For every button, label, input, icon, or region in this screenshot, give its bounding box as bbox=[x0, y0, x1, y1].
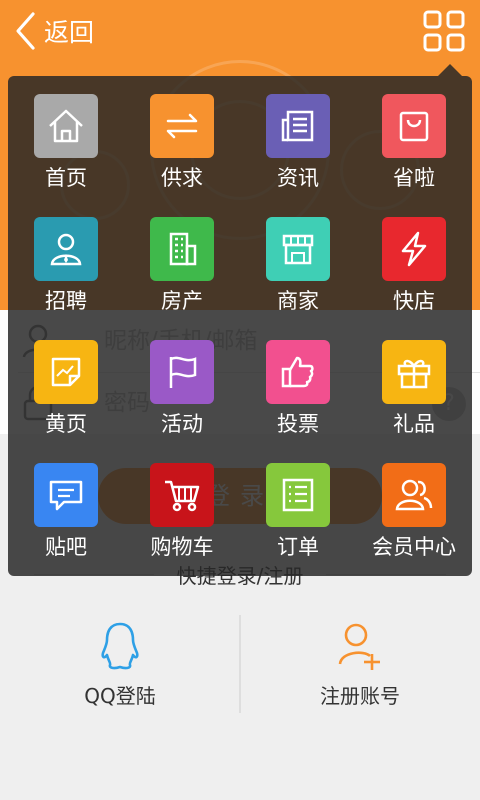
add-user-icon bbox=[338, 623, 380, 670]
menu-item-merchants[interactable]: 商家 bbox=[240, 199, 356, 323]
menu-item-quick-shop[interactable]: 快店 bbox=[356, 199, 472, 323]
menu-item-label: 省啦 bbox=[393, 166, 435, 190]
menu-item-label: 首页 bbox=[45, 166, 87, 190]
qq-login-label: QQ登陆 bbox=[84, 684, 156, 708]
menu-item-news[interactable]: 资讯 bbox=[240, 76, 356, 200]
chat-icon bbox=[34, 463, 98, 527]
menu-item-label: 商家 bbox=[277, 289, 319, 313]
nav-menu-grid: 首页 供求 资讯 省啦 招聘 房产 商家 快店 黄页 活动 投票 礼品 贴吧 购… bbox=[8, 76, 472, 576]
grid-icon bbox=[423, 10, 465, 52]
thumbs-up-icon bbox=[266, 340, 330, 404]
chevron-left-icon bbox=[16, 12, 35, 50]
storefront-icon bbox=[266, 217, 330, 281]
nav-menu-overlay: 首页 供求 资讯 省啦 招聘 房产 商家 快店 黄页 活动 投票 礼品 贴吧 购… bbox=[8, 76, 472, 576]
register-label: 注册账号 bbox=[320, 684, 400, 708]
menu-item-home[interactable]: 首页 bbox=[8, 76, 124, 200]
menu-item-events[interactable]: 活动 bbox=[124, 322, 240, 446]
home-icon bbox=[34, 94, 98, 158]
qq-icon bbox=[101, 622, 139, 670]
menu-item-label: 房产 bbox=[161, 289, 203, 313]
menu-item-cart[interactable]: 购物车 bbox=[124, 445, 240, 569]
menu-item-label: 招聘 bbox=[45, 289, 87, 313]
back-label: 返回 bbox=[44, 18, 95, 47]
menu-item-recruitment[interactable]: 招聘 bbox=[8, 199, 124, 323]
register-button[interactable]: 注册账号 bbox=[240, 612, 480, 722]
menu-item-label: 资讯 bbox=[277, 166, 319, 190]
menu-item-yellow-pages[interactable]: 黄页 bbox=[8, 322, 124, 446]
menu-item-supply-demand[interactable]: 供求 bbox=[124, 76, 240, 200]
menu-item-voting[interactable]: 投票 bbox=[240, 322, 356, 446]
lightning-icon bbox=[382, 217, 446, 281]
menu-item-gifts[interactable]: 礼品 bbox=[356, 322, 472, 446]
menu-item-label: 礼品 bbox=[393, 412, 435, 436]
qq-login-button[interactable]: QQ登陆 bbox=[0, 612, 240, 722]
menu-item-label: 订单 bbox=[277, 535, 319, 559]
person-icon bbox=[34, 217, 98, 281]
news-icon bbox=[266, 94, 330, 158]
chart-note-icon bbox=[34, 340, 98, 404]
order-list-icon bbox=[266, 463, 330, 527]
menu-item-label: 快店 bbox=[393, 289, 435, 313]
flag-icon bbox=[150, 340, 214, 404]
shopping-bag-icon bbox=[382, 94, 446, 158]
menu-item-savings[interactable]: 省啦 bbox=[356, 76, 472, 200]
menu-item-label: 活动 bbox=[161, 412, 203, 436]
menu-item-real-estate[interactable]: 房产 bbox=[124, 199, 240, 323]
top-bar: 返回 bbox=[0, 0, 480, 62]
grid-menu-button[interactable] bbox=[422, 9, 466, 53]
menu-item-label: 投票 bbox=[277, 412, 319, 436]
members-icon bbox=[382, 463, 446, 527]
menu-item-label: 贴吧 bbox=[45, 535, 87, 559]
menu-item-label: 黄页 bbox=[45, 412, 87, 436]
exchange-icon bbox=[150, 94, 214, 158]
back-button[interactable]: 返回 bbox=[14, 8, 94, 54]
menu-item-label: 购物车 bbox=[150, 535, 214, 559]
menu-item-forum[interactable]: 贴吧 bbox=[8, 445, 124, 569]
menu-pointer bbox=[438, 64, 462, 76]
building-icon bbox=[150, 217, 214, 281]
menu-item-label: 会员中心 bbox=[372, 535, 456, 559]
cart-icon bbox=[150, 463, 214, 527]
menu-item-label: 供求 bbox=[161, 166, 203, 190]
menu-item-member-center[interactable]: 会员中心 bbox=[356, 445, 472, 569]
menu-item-orders[interactable]: 订单 bbox=[240, 445, 356, 569]
gift-icon bbox=[382, 340, 446, 404]
